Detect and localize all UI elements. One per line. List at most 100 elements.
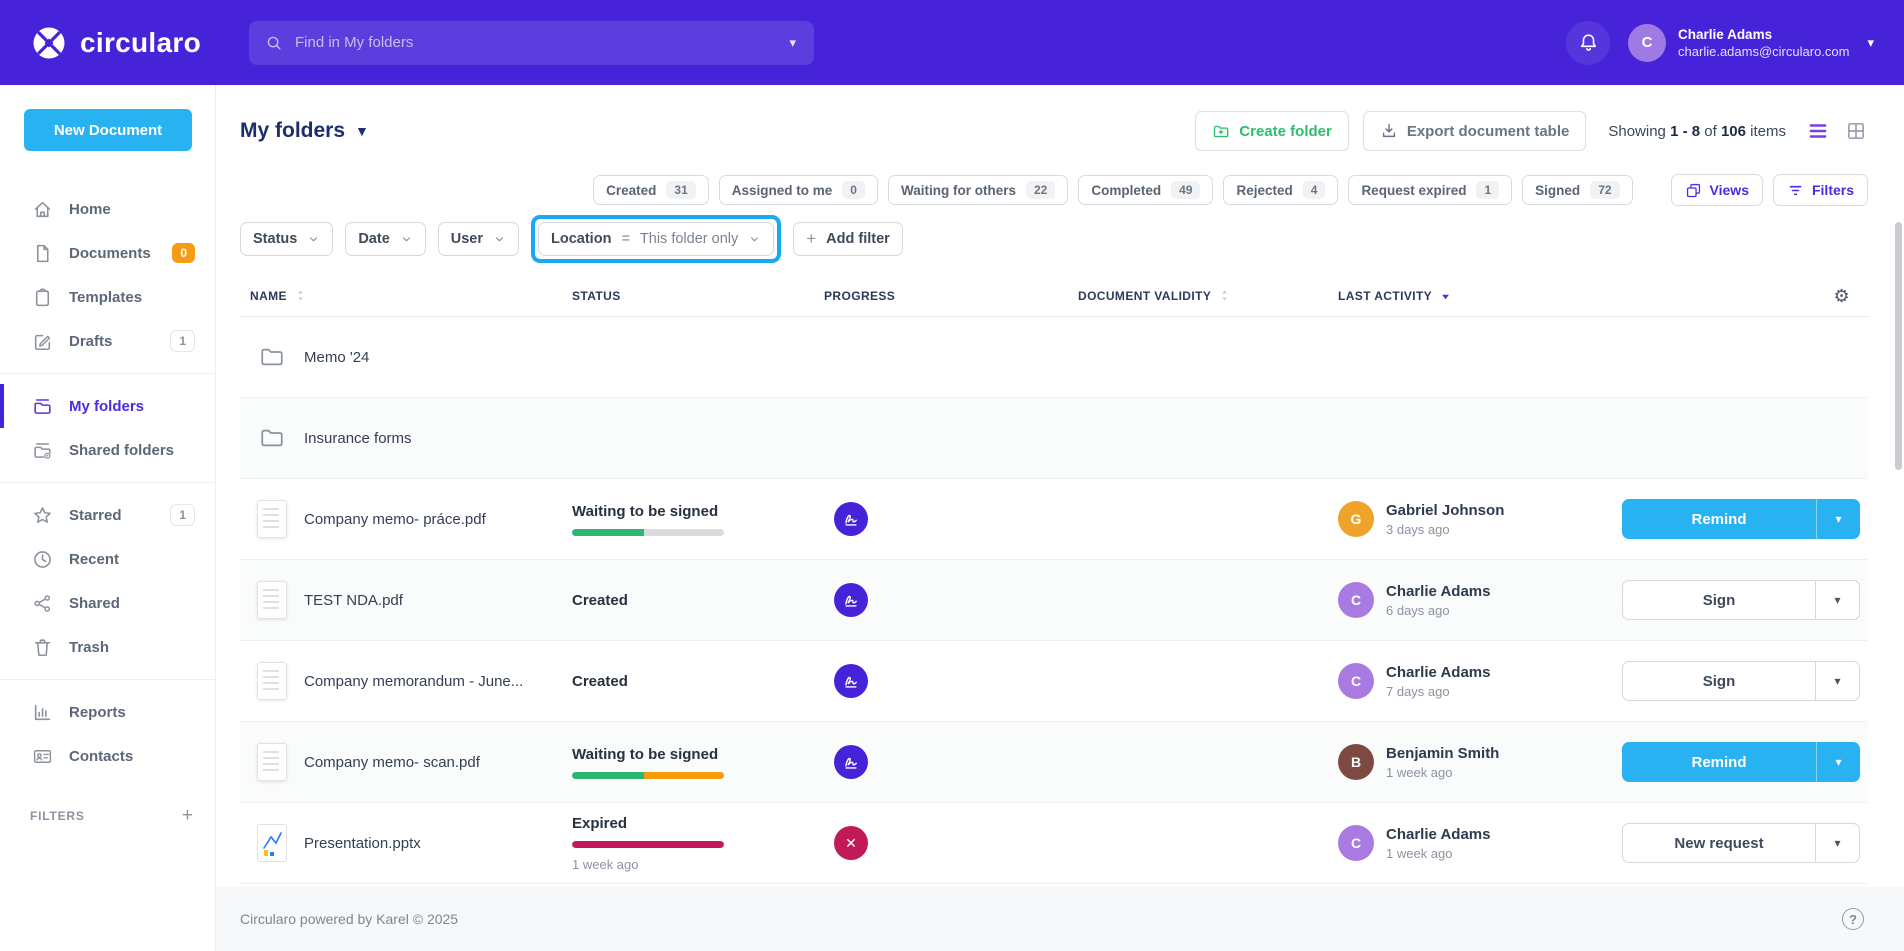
chevron-down-icon [307, 233, 320, 246]
column-header-last-activity[interactable]: LAST ACTIVITY [1338, 288, 1618, 303]
sidebar-item-my-folders[interactable]: My folders [0, 384, 215, 428]
sidebar-item-starred[interactable]: Starred 1 [0, 493, 215, 537]
chip-completed[interactable]: Completed 49 [1078, 175, 1213, 205]
user-filter-dropdown[interactable]: User [438, 222, 519, 256]
sidebar-item-reports[interactable]: Reports [0, 690, 215, 734]
grid-view-button[interactable] [1844, 119, 1868, 143]
page-title-dropdown[interactable]: My folders ▼ [240, 119, 369, 143]
views-copy-icon [1685, 182, 1702, 199]
sidebar-item-documents[interactable]: Documents 0 [0, 231, 215, 275]
sign-button[interactable]: Sign [1623, 581, 1815, 619]
action-menu-caret-icon[interactable]: ▾ [1815, 662, 1859, 700]
date-filter-dropdown[interactable]: Date [345, 222, 425, 256]
table-row-document[interactable]: Company memo- práce.pdf Waiting to be si… [240, 479, 1868, 560]
sidebar-item-home[interactable]: Home [0, 187, 215, 231]
list-view-button[interactable] [1806, 119, 1830, 143]
table-row-document[interactable]: Company memorandum - June... Created C C… [240, 641, 1868, 722]
sidebar: New Document Home Documents 0 Templates … [0, 85, 216, 951]
user-menu-caret-icon[interactable]: ▾ [1867, 35, 1874, 51]
column-header-progress: PROGRESS [788, 289, 1078, 303]
new-request-button[interactable]: New request [1623, 824, 1815, 862]
sort-icon[interactable] [1217, 288, 1232, 303]
table-row-folder[interactable]: Memo '24 [240, 317, 1868, 398]
table-row-folder[interactable]: Insurance forms [240, 398, 1868, 479]
expired-error-icon[interactable]: ✕ [834, 826, 868, 860]
chip-count: 22 [1026, 181, 1055, 199]
row-name[interactable]: TEST NDA.pdf [304, 592, 538, 609]
signature-progress-icon[interactable] [834, 745, 868, 779]
table-row-document[interactable]: Presentation.pptx Expired 1 week ago ✕ C… [240, 803, 1868, 884]
action-menu-caret-icon[interactable]: ▾ [1815, 581, 1859, 619]
filters-button[interactable]: Filters [1773, 174, 1868, 206]
row-name[interactable]: Memo '24 [304, 349, 538, 366]
filter-bar: Status Date User Location = This folder … [240, 217, 1868, 261]
sidebar-item-recent[interactable]: Recent [0, 537, 215, 581]
sort-desc-icon[interactable] [1438, 288, 1453, 303]
row-status: Expired [572, 815, 788, 832]
folder-icon [259, 425, 285, 451]
sidebar-item-shared-folders[interactable]: Shared folders [0, 428, 215, 472]
sidebar-item-trash[interactable]: Trash [0, 625, 215, 669]
add-filter-button[interactable]: + Add filter [793, 222, 903, 256]
remind-button[interactable]: Remind [1622, 742, 1816, 782]
user-avatar: C [1628, 24, 1666, 62]
chip-waiting-for-others[interactable]: Waiting for others 22 [888, 175, 1068, 205]
table-row-document[interactable]: Company memo- scan.pdf Waiting to be sig… [240, 722, 1868, 803]
signature-progress-icon[interactable] [834, 583, 868, 617]
search-input[interactable] [295, 34, 787, 51]
location-filter-dropdown[interactable]: Location = This folder only [538, 222, 774, 256]
activity-user: Charlie Adams [1386, 826, 1490, 843]
column-header-document-validity[interactable]: DOCUMENT VALIDITY [1078, 288, 1338, 303]
row-name[interactable]: Company memo- práce.pdf [304, 511, 538, 528]
signature-progress-icon[interactable] [834, 664, 868, 698]
user-menu[interactable]: C Charlie Adams charlie.adams@circularo.… [1628, 24, 1874, 62]
chip-created[interactable]: Created 31 [593, 175, 709, 205]
sign-button[interactable]: Sign [1623, 662, 1815, 700]
export-document-table-button[interactable]: Export document table [1363, 111, 1587, 151]
views-button[interactable]: Views [1671, 174, 1763, 206]
chip-count: 4 [1303, 181, 1326, 199]
remind-button[interactable]: Remind [1622, 499, 1816, 539]
create-folder-button[interactable]: Create folder [1195, 111, 1349, 151]
help-button[interactable]: ? [1842, 908, 1864, 930]
column-header-name[interactable]: NAME [240, 288, 538, 303]
action-menu-caret-icon[interactable]: ▾ [1815, 824, 1859, 862]
chip-rejected[interactable]: Rejected 4 [1223, 175, 1338, 205]
global-search[interactable]: ▾ [249, 21, 814, 65]
footer-text: Circularo powered by Karel © 2025 [240, 911, 458, 927]
chip-signed[interactable]: Signed 72 [1522, 175, 1632, 205]
notifications-button[interactable] [1566, 21, 1610, 65]
divider [0, 482, 215, 483]
row-name[interactable]: Company memo- scan.pdf [304, 754, 538, 771]
row-status: Created [572, 592, 788, 609]
chip-count: 49 [1171, 181, 1200, 199]
sort-icon[interactable] [293, 288, 308, 303]
row-name[interactable]: Company memorandum - June... [304, 673, 538, 690]
action-menu-caret-icon[interactable]: ▾ [1816, 742, 1860, 782]
sidebar-item-templates[interactable]: Templates [0, 275, 215, 319]
sidebar-item-drafts[interactable]: Drafts 1 [0, 319, 215, 363]
action-menu-caret-icon[interactable]: ▾ [1816, 499, 1860, 539]
sidebar-item-contacts[interactable]: Contacts [0, 734, 215, 778]
chip-count: 72 [1590, 181, 1619, 199]
signature-progress-icon[interactable] [834, 502, 868, 536]
status-filter-dropdown[interactable]: Status [240, 222, 333, 256]
drafts-badge: 1 [170, 330, 195, 352]
chip-request-expired[interactable]: Request expired 1 [1348, 175, 1512, 205]
brand[interactable]: circularo [30, 24, 201, 62]
row-name[interactable]: Insurance forms [304, 430, 538, 447]
table-row-document[interactable]: TEST NDA.pdf Created C Charlie Adams 6 d… [240, 560, 1868, 641]
chip-assigned-to-me[interactable]: Assigned to me 0 [719, 175, 878, 205]
row-name[interactable]: Presentation.pptx [304, 835, 538, 852]
table-settings-gear-icon[interactable]: ⚙ [1833, 287, 1850, 305]
brand-name: circularo [80, 27, 201, 59]
scrollbar[interactable] [1895, 222, 1902, 470]
plus-icon: + [806, 229, 816, 249]
row-status: Created [572, 673, 788, 690]
sidebar-item-shared[interactable]: Shared [0, 581, 215, 625]
folder-stack-icon [32, 396, 53, 417]
new-document-button[interactable]: New Document [24, 109, 192, 151]
avatar: C [1338, 582, 1374, 618]
search-scope-caret-icon[interactable]: ▾ [787, 31, 798, 55]
add-filter-plus-icon[interactable]: + [182, 806, 193, 825]
